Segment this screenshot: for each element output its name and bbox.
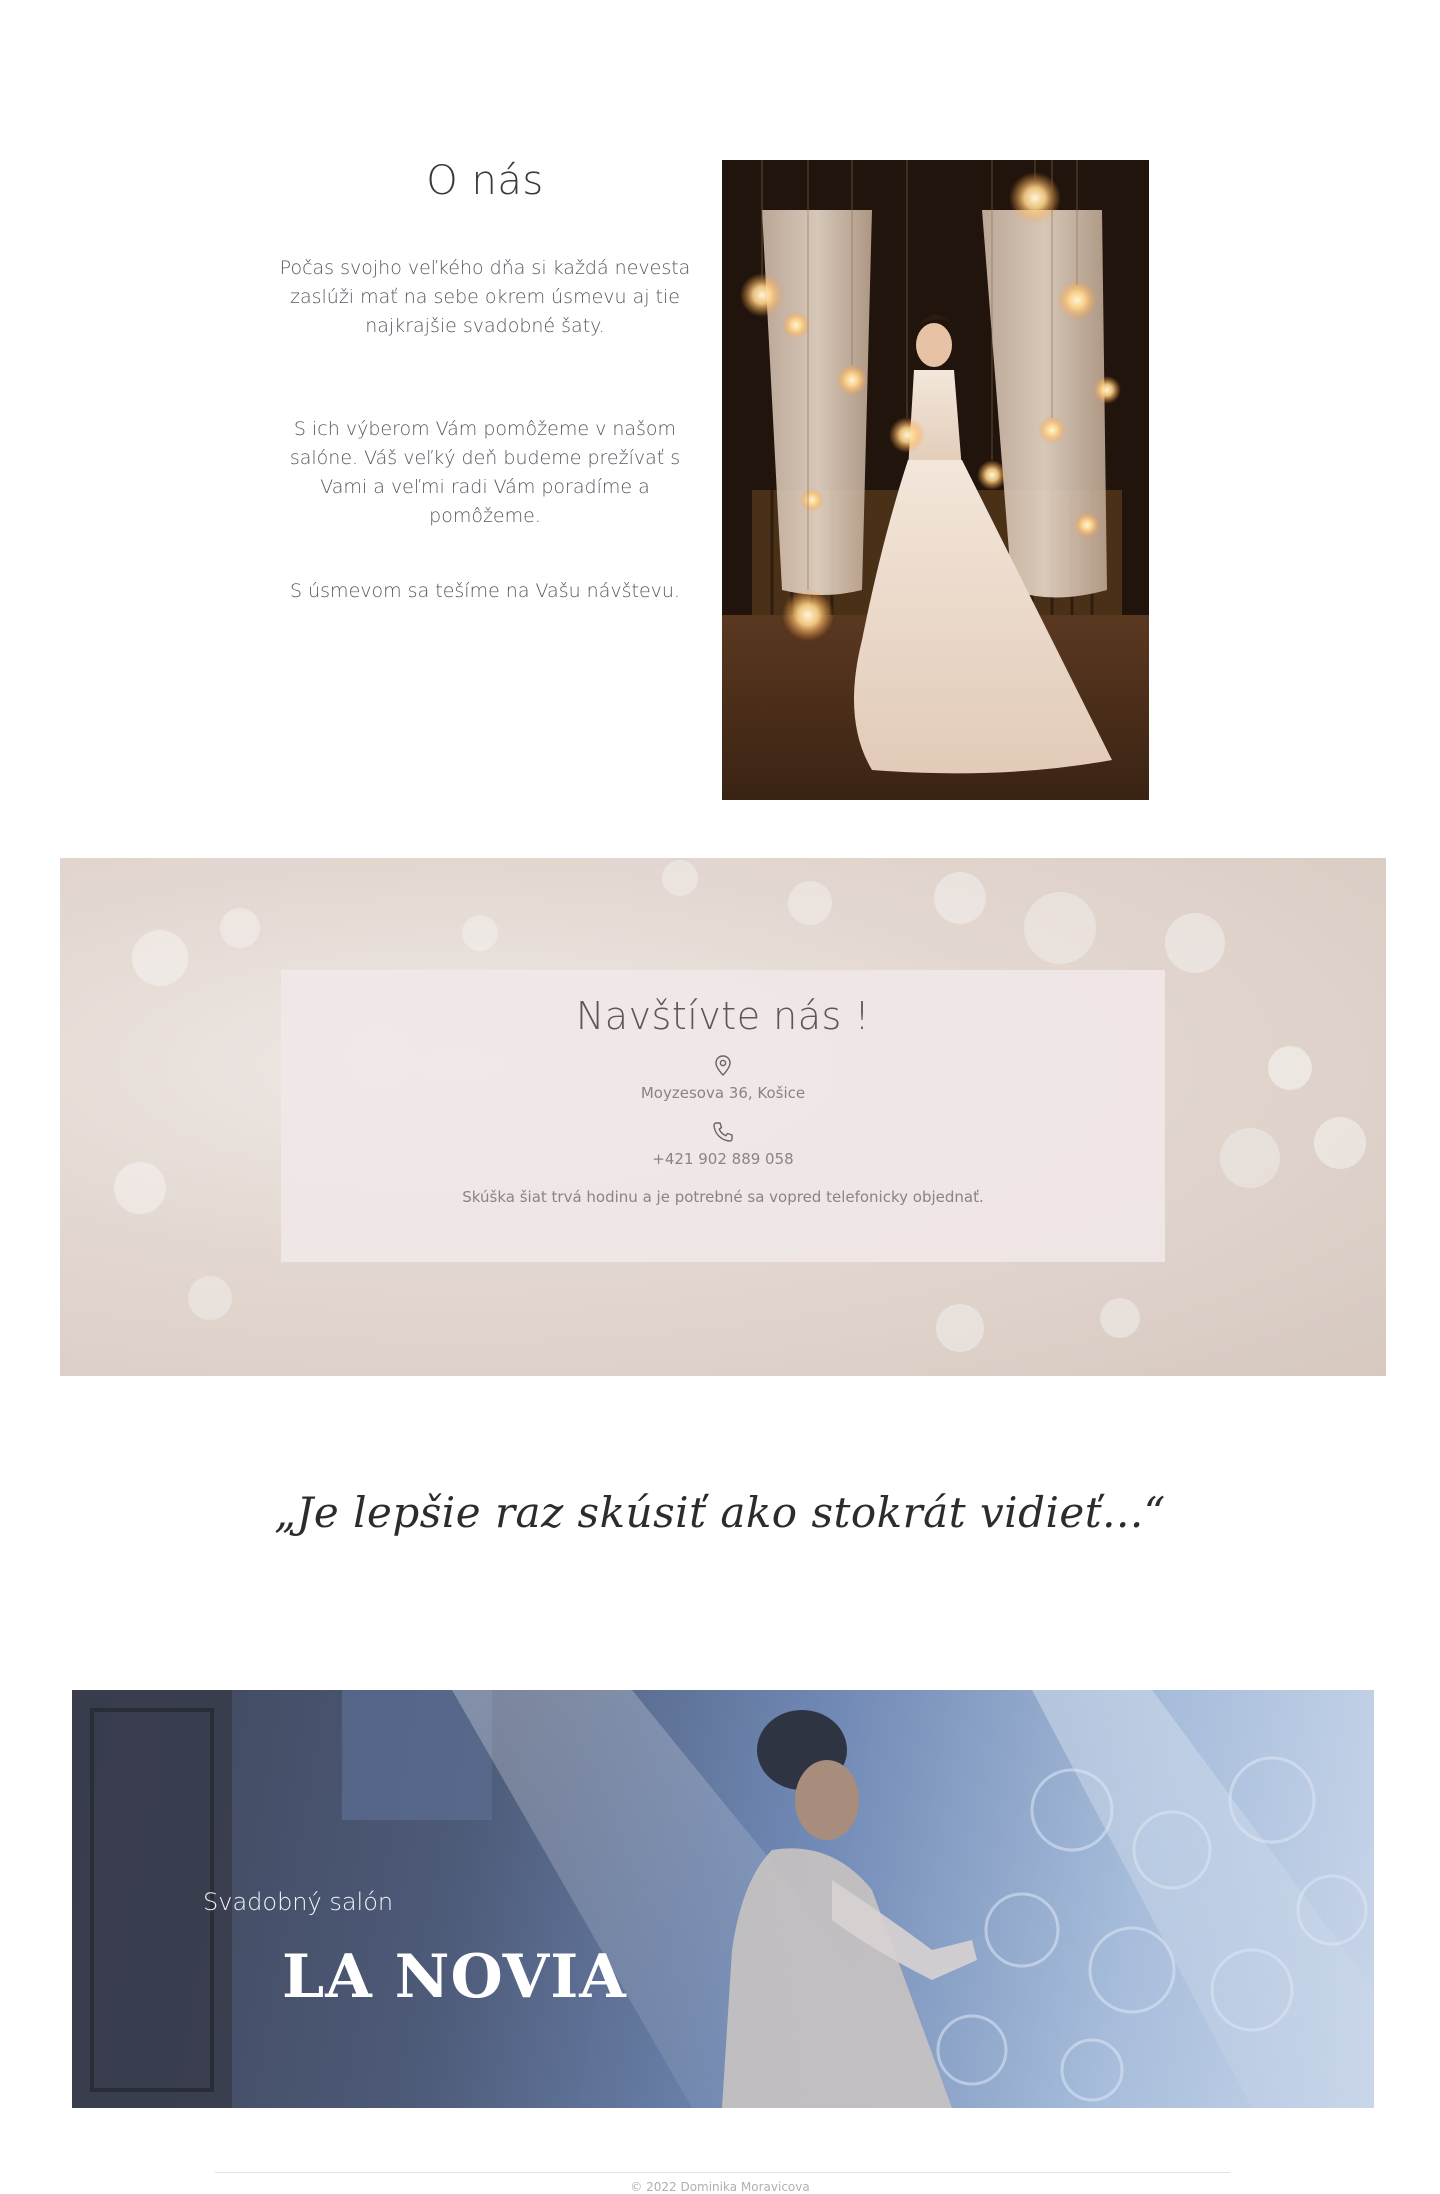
banner-title: LA NOVIA	[282, 1942, 627, 2012]
visit-card: Navštívte nás ! Moyzesova 36, Košice +42…	[281, 970, 1165, 1262]
visit-address: Moyzesova 36, Košice	[640, 1084, 806, 1102]
bride-photo	[722, 160, 1149, 800]
phone-icon[interactable]	[711, 1120, 735, 1144]
quote: „Je lepšie raz skúsiť ako stokrát vidieť…	[274, 1488, 1166, 1537]
about-paragraph-1: Počas svojho veľkého dňa si každá nevest…	[279, 257, 691, 337]
bride-photo-illustration	[722, 160, 1149, 800]
visit-phone[interactable]: +421 902 889 058	[281, 1150, 1165, 1168]
about-section: O nás Počas svojho veľkého dňa si každá …	[0, 0, 1440, 820]
footer-copyright: © 2022 Dominika Moravicova	[630, 2180, 810, 2194]
about-title: O nás	[426, 158, 544, 204]
visit-title: Navštívte nás !	[575, 994, 871, 1038]
about-paragraph-3: S úsmevom sa tešíme na Vašu návštevu.	[290, 580, 680, 602]
hero-banner: Svadobný salón LA NOVIA	[72, 1690, 1374, 2108]
location-pin-icon	[715, 1055, 731, 1076]
about-text-block: O nás Počas svojho veľkého dňa si každá …	[270, 150, 700, 606]
about-paragraph-2: S ich výberom Vám pomôžeme v našom salón…	[289, 418, 681, 527]
visit-section: Navštívte nás ! Moyzesova 36, Košice +42…	[60, 858, 1386, 1376]
visit-note: Skúška šiat trvá hodinu a je potrebné sa…	[462, 1188, 984, 1206]
footer-divider	[215, 2172, 1230, 2173]
banner-subtitle: Svadobný salón	[203, 1888, 394, 1916]
